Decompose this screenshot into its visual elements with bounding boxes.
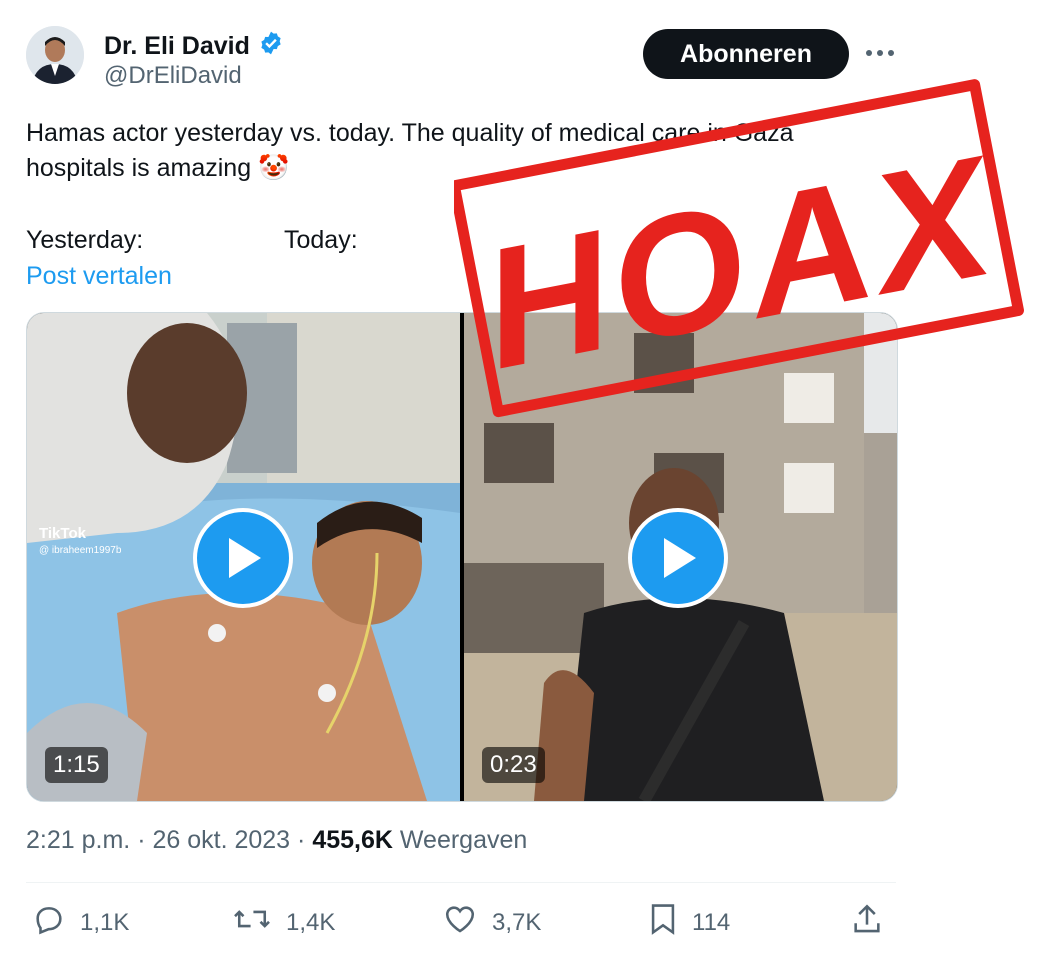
tiktok-brand: TikTok [39, 525, 86, 542]
more-options-icon[interactable] [860, 38, 900, 68]
meta-separator: · [137, 826, 153, 854]
yesterday-label: Yesterday: [26, 226, 144, 254]
bookmark-count: 114 [692, 908, 731, 936]
video-duration: 1:15 [45, 747, 108, 783]
tiktok-watermark: TikTok @ ibraheem1997b [39, 525, 121, 559]
reply-button[interactable]: 1,1K [32, 902, 129, 943]
avatar[interactable] [26, 26, 84, 84]
video-thumbnail-yesterday[interactable]: TikTok @ ibraheem1997b 1:15 [27, 313, 460, 801]
tweet-time[interactable]: 2:21 p.m. [26, 826, 130, 854]
views-label: Weergaven [399, 826, 528, 854]
author-name-text: Dr. Eli David [104, 32, 250, 60]
heart-icon [442, 902, 478, 943]
tweet-text-line-2: hospitals is amazing 🤡 [26, 154, 290, 182]
repost-count: 1,4K [286, 908, 336, 936]
repost-button[interactable]: 1,4K [232, 902, 335, 943]
tiktok-user: @ ibraheem1997b [39, 545, 122, 556]
like-button[interactable]: 3,7K [442, 902, 541, 943]
like-count: 3,7K [492, 908, 542, 936]
repost-icon [232, 902, 272, 943]
views-count: 455,6K [312, 826, 393, 854]
tweet-text: Hamas actor yesterday vs. today. The qua… [26, 116, 926, 186]
bookmark-icon [648, 902, 678, 943]
bookmark-button[interactable]: 114 [648, 902, 730, 943]
reply-count: 1,1K [80, 908, 130, 936]
play-button-icon[interactable] [628, 508, 728, 608]
reply-icon [32, 902, 66, 943]
tweet-meta: 2:21 p.m. · 26 okt. 2023 · 455,6K Weerga… [26, 826, 527, 855]
author-handle[interactable]: @DrEliDavid [104, 62, 242, 90]
meta-separator: · [297, 826, 313, 854]
tweet-text-line-1: Hamas actor yesterday vs. today. The qua… [26, 119, 794, 147]
share-icon [850, 902, 884, 943]
media-grid: TikTok @ ibraheem1997b 1:15 0:23 [26, 312, 898, 802]
author-name[interactable]: Dr. Eli David [104, 30, 284, 63]
share-button[interactable] [850, 902, 884, 943]
today-label: Today: [284, 226, 358, 254]
translate-post-link[interactable]: Post vertalen [26, 262, 172, 291]
video-duration: 0:23 [482, 747, 545, 783]
divider [26, 882, 896, 883]
subscribe-button[interactable]: Abonneren [643, 29, 849, 79]
tweet-date[interactable]: 26 okt. 2023 [152, 826, 290, 854]
verified-badge-icon [258, 30, 284, 63]
video-thumbnail-today[interactable]: 0:23 [464, 313, 897, 801]
play-button-icon[interactable] [193, 508, 293, 608]
